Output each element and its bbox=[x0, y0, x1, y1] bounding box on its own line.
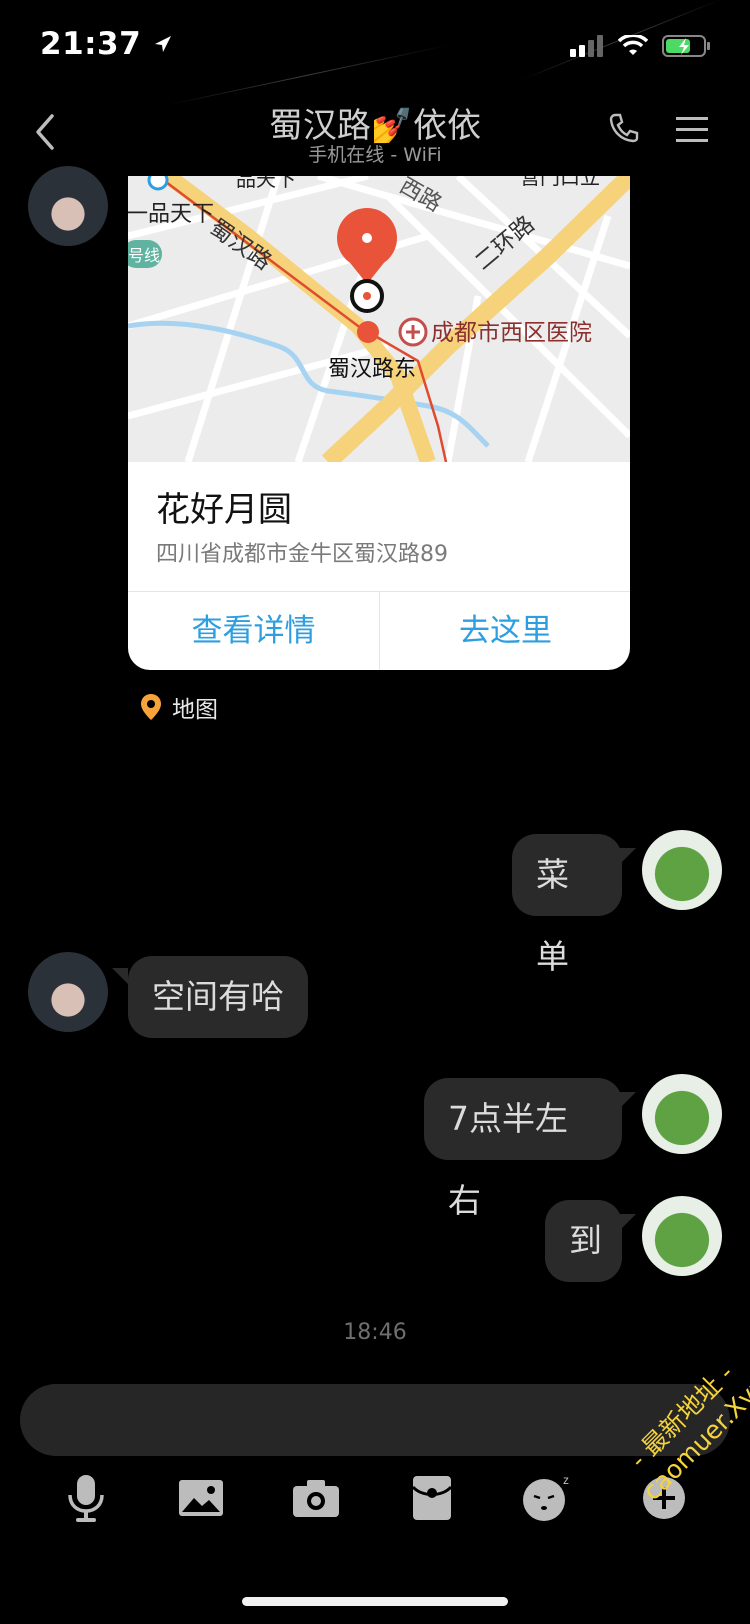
emoji-icon[interactable]: z bbox=[520, 1470, 576, 1526]
svg-text:z: z bbox=[563, 1474, 569, 1487]
my-avatar[interactable] bbox=[642, 1074, 722, 1154]
navigate-button[interactable]: 去这里 bbox=[380, 592, 630, 670]
my-avatar[interactable] bbox=[642, 830, 722, 910]
map-label-hospital: 成都市西区医院 bbox=[431, 319, 592, 345]
image-icon[interactable] bbox=[173, 1470, 229, 1526]
location-card[interactable]: 一品天下 蜀汉路 二环路 西路 品天下 营门口立 号线 成都市西区医院 蜀汉路东… bbox=[128, 176, 630, 670]
contact-avatar[interactable] bbox=[28, 166, 108, 246]
status-time: 21:37 bbox=[40, 26, 174, 62]
red-packet-icon[interactable] bbox=[404, 1470, 460, 1526]
home-indicator[interactable] bbox=[242, 1597, 508, 1606]
contact-avatar[interactable] bbox=[28, 952, 108, 1032]
map-source-label: 地图 bbox=[172, 697, 218, 723]
message-bubble[interactable]: 菜单 bbox=[512, 834, 622, 976]
map-label-line-tag: 号线 bbox=[128, 247, 160, 265]
battery-charging-icon bbox=[662, 35, 710, 57]
map-label-pinxia: 一品天下 bbox=[128, 201, 214, 226]
signal-icon bbox=[570, 35, 603, 57]
view-details-button[interactable]: 查看详情 bbox=[128, 592, 379, 670]
map-source: 地图 bbox=[140, 690, 218, 724]
background-streak bbox=[164, 44, 449, 106]
bubble-tail bbox=[620, 1214, 636, 1230]
map-label-top-left: 品天下 bbox=[236, 176, 296, 191]
phone-icon[interactable] bbox=[608, 112, 640, 144]
map-preview[interactable]: 一品天下 蜀汉路 二环路 西路 品天下 营门口立 号线 成都市西区医院 蜀汉路东 bbox=[128, 176, 630, 462]
bubble-tail bbox=[620, 848, 636, 864]
wifi-icon bbox=[618, 35, 648, 55]
bubble-tail bbox=[112, 968, 128, 984]
microphone-icon[interactable] bbox=[58, 1470, 114, 1526]
message-input[interactable] bbox=[20, 1384, 730, 1456]
location-arrow-icon bbox=[155, 36, 172, 52]
chat-subtitle: 手机在线 - WiFi bbox=[308, 144, 442, 166]
camera-icon[interactable] bbox=[288, 1470, 344, 1526]
message-bubble[interactable]: 空间有哈 bbox=[128, 956, 308, 1038]
menu-icon[interactable] bbox=[676, 116, 708, 144]
bubble-tail bbox=[620, 1092, 636, 1108]
status-icons bbox=[570, 34, 712, 58]
place-name: 花好月圆 bbox=[156, 490, 292, 530]
message-bubble[interactable]: 到 bbox=[545, 1200, 622, 1282]
message-timestamp: 18:46 bbox=[343, 1320, 407, 1345]
map-label-top-right: 营门口立 bbox=[520, 176, 600, 189]
my-avatar[interactable] bbox=[642, 1196, 722, 1276]
map-pin-icon bbox=[141, 694, 161, 720]
message-bubble[interactable]: 7点半左右 bbox=[424, 1078, 622, 1220]
map-label-metro-station: 蜀汉路东 bbox=[328, 356, 416, 381]
place-address: 四川省成都市金牛区蜀汉路89 bbox=[156, 542, 448, 567]
